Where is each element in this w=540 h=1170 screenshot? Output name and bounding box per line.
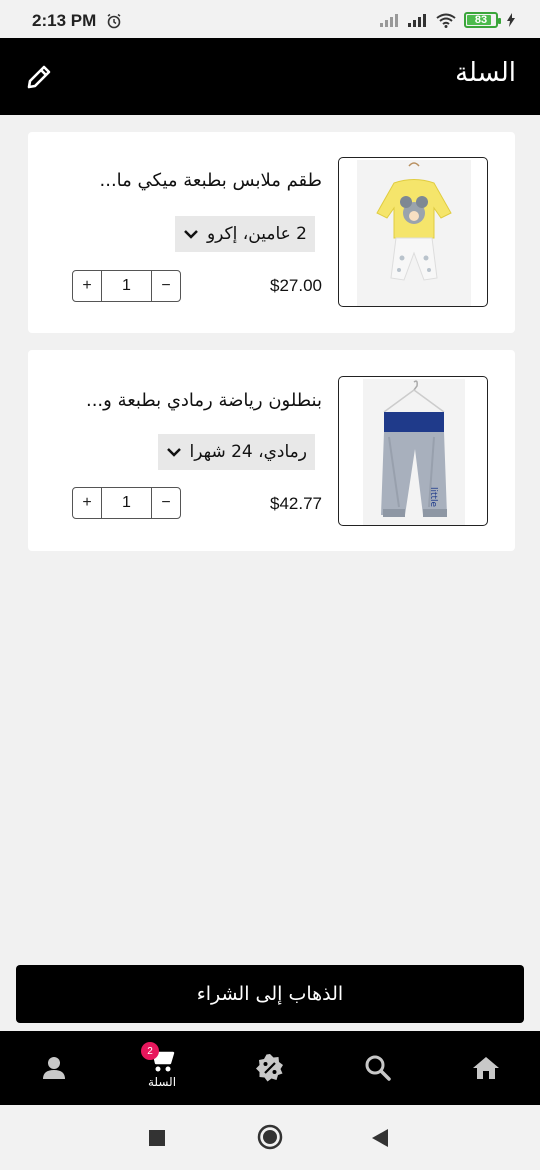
nav-label-cart: السلة — [147, 1075, 177, 1089]
quantity-value: 1 — [101, 488, 152, 518]
nav-item-discounts[interactable] — [225, 1031, 315, 1105]
chevron-down-icon — [166, 448, 181, 457]
recents-square-icon[interactable] — [148, 1129, 166, 1147]
cart-count-badge: 2 — [141, 1042, 159, 1060]
quantity-value: 1 — [101, 271, 152, 301]
product-price: $27.00 — [270, 276, 322, 295]
cart-item-card: little بنطلون رياضة رمادي بطبعة و... رما… — [28, 350, 515, 551]
discount-icon — [256, 1054, 283, 1082]
page-title: السلة — [455, 58, 516, 88]
increase-quantity-button[interactable]: + — [73, 488, 101, 518]
variant-value: رمادي، 24 شهرا — [189, 442, 308, 462]
checkout-button[interactable]: الذهاب إلى الشراء — [16, 965, 524, 1023]
nav-item-cart[interactable]: 2 السلة — [117, 1031, 207, 1105]
alarm-icon — [107, 13, 121, 29]
pencil-icon — [27, 65, 51, 89]
decrease-quantity-button[interactable]: − — [152, 271, 180, 301]
home-icon — [473, 1057, 499, 1079]
product-image[interactable] — [338, 157, 488, 307]
quantity-stepper: + 1 − — [72, 270, 181, 302]
status-bar: 2:13 PM 83 — [0, 0, 540, 38]
product-image-grey-joggers: little — [363, 379, 465, 525]
product-image[interactable]: little — [338, 376, 488, 526]
variant-value: 2 عامين، إكرو — [206, 224, 307, 244]
signal-icon — [380, 14, 398, 27]
chevron-down-icon — [184, 230, 198, 239]
home-circle-icon[interactable] — [257, 1124, 283, 1150]
variant-select[interactable]: 2 عامين، إكرو — [174, 216, 315, 252]
back-triangle-icon[interactable] — [371, 1128, 389, 1148]
product-price: $42.77 — [270, 494, 322, 513]
bottom-nav: 2 السلة — [0, 1031, 540, 1105]
status-time: 2:13 PM — [32, 11, 97, 30]
search-icon — [365, 1055, 391, 1081]
wifi-icon — [436, 13, 456, 28]
status-icons: 83 — [380, 12, 516, 28]
battery-level: 83 — [474, 14, 488, 26]
decrease-quantity-button[interactable]: − — [152, 488, 180, 518]
nav-item-search[interactable] — [333, 1031, 423, 1105]
svg-text:little: little — [428, 487, 438, 508]
quantity-stepper: + 1 − — [72, 487, 181, 519]
product-title[interactable]: طقم ملابس بطبعة ميكي ما... — [100, 170, 323, 191]
charging-icon — [507, 13, 515, 27]
product-title[interactable]: بنطلون رياضة رمادي بطبعة و... — [86, 390, 322, 411]
nav-item-profile[interactable] — [9, 1031, 99, 1105]
nav-item-home[interactable] — [441, 1031, 531, 1105]
cart-item-card: طقم ملابس بطبعة ميكي ما... 2 عامين، إكرو… — [28, 132, 515, 333]
battery-icon: 83 — [464, 12, 501, 28]
app-header: السلة — [0, 38, 540, 115]
increase-quantity-button[interactable]: + — [73, 271, 101, 301]
product-image-baby-outfit — [357, 160, 471, 306]
variant-select[interactable]: رمادي، 24 شهرا — [157, 434, 315, 470]
system-nav-bar — [0, 1105, 540, 1170]
edit-button[interactable] — [22, 60, 56, 94]
profile-icon — [43, 1057, 65, 1079]
signal-icon — [408, 14, 426, 27]
